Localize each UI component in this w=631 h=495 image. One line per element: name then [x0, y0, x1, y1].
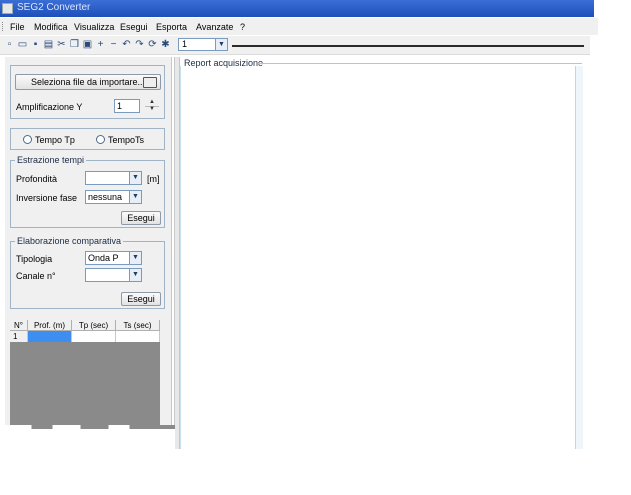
menu-modifica[interactable]: Modifica [34, 22, 68, 32]
radio-tempo-ts[interactable] [96, 135, 105, 144]
menu-file[interactable]: File [10, 22, 25, 32]
comparativa-group: Elaborazione comparativa Tipologia Onda … [10, 236, 165, 309]
estrazione-title: Estrazione tempi [15, 155, 87, 165]
menu-help[interactable]: ? [240, 22, 245, 32]
stepper-down-icon[interactable]: ▼ [145, 106, 159, 113]
menu-esegui[interactable]: Esegui [120, 22, 148, 32]
radio-tempo-tp[interactable] [23, 135, 32, 144]
profondita-select[interactable]: ▼ [85, 171, 142, 185]
grid-cell-tp[interactable] [72, 331, 116, 342]
radio-tempo-ts-label: TempoTs [108, 135, 145, 145]
select-file-button[interactable]: Seleziona file da importare... [15, 74, 161, 90]
print-icon[interactable]: ▤ [43, 39, 54, 50]
undo-icon[interactable]: ↶ [121, 39, 132, 50]
copy-icon[interactable]: ❐ [69, 39, 80, 50]
chevron-down-icon[interactable]: ▼ [215, 39, 227, 50]
tipologia-select[interactable]: Onda P ▼ [85, 251, 142, 265]
radio-tempo-tp-label: Tempo Tp [35, 135, 75, 145]
save-icon[interactable]: ▪ [30, 39, 41, 50]
comparativa-title: Elaborazione comparativa [15, 236, 124, 246]
chevron-down-icon[interactable]: ▼ [129, 191, 141, 203]
zoom-out-icon[interactable]: − [108, 39, 119, 50]
new-file-icon[interactable]: ▫ [4, 39, 15, 50]
amp-label: Amplificazione Y [16, 102, 83, 112]
settings-icon[interactable]: ✱ [160, 39, 171, 50]
comparativa-run-button[interactable]: Esegui [121, 292, 161, 306]
cut-icon[interactable]: ✂ [56, 39, 67, 50]
toolbar-separator [232, 45, 584, 47]
amp-stepper[interactable]: ▲ ▼ [145, 99, 159, 113]
grid-header-prof[interactable]: Prof. (m) [28, 320, 72, 331]
profondita-label: Profondità [16, 174, 58, 184]
menu-grip [2, 22, 5, 31]
zoom-in-icon[interactable]: + [95, 39, 106, 50]
time-group: Tempo Tp TempoTs [10, 128, 165, 150]
menu-avanzate[interactable]: Avanzate [196, 22, 233, 32]
zoom-value: 1 [182, 39, 188, 49]
amp-input[interactable]: 1 [114, 99, 140, 113]
report-scrollbar[interactable] [575, 66, 583, 449]
report-area[interactable] [180, 66, 585, 449]
table-row-number: 1 [10, 331, 28, 342]
menu-bar: File Modifica Visualizza Esegui Esporta … [0, 18, 598, 35]
report-title: Report acquisizione [184, 58, 264, 68]
capture-edge [0, 425, 175, 495]
window-title: SEG2 Converter [17, 2, 91, 13]
tipologia-label: Tipologia [16, 254, 53, 264]
report-divider [258, 63, 582, 64]
menu-esporta[interactable]: Esporta [156, 22, 187, 32]
inversione-select[interactable]: nessuna ▼ [85, 190, 142, 204]
chevron-down-icon[interactable]: ▼ [129, 269, 141, 281]
estrazione-run-button[interactable]: Esegui [121, 211, 161, 225]
canale-select[interactable]: ▼ [85, 268, 142, 282]
estrazione-group: Estrazione tempi Profondità ▼ [m] Invers… [10, 155, 165, 228]
grid-cell-prof[interactable] [28, 331, 72, 342]
open-folder-icon[interactable]: ▭ [17, 39, 28, 50]
grid-header-num[interactable]: N° [10, 320, 28, 331]
app-icon [2, 3, 13, 14]
inversione-label: Inversione fase [16, 193, 78, 203]
grid-cell-ts[interactable] [116, 331, 160, 342]
refresh-icon[interactable]: ⟳ [147, 39, 158, 50]
redo-icon[interactable]: ↷ [134, 39, 145, 50]
zoom-select[interactable]: 1 ▼ [178, 38, 228, 51]
grid-header-ts[interactable]: Ts (sec) [116, 320, 160, 331]
menu-visualizza[interactable]: Visualizza [74, 22, 114, 32]
chevron-down-icon[interactable]: ▼ [129, 252, 141, 264]
import-group: Seleziona file da importare... Amplifica… [10, 65, 165, 119]
unit-label: [m] [147, 174, 160, 184]
printer-icon [143, 77, 157, 88]
grid-header-tp[interactable]: Tp (sec) [72, 320, 116, 331]
chevron-down-icon[interactable]: ▼ [129, 172, 141, 184]
select-file-label: Seleziona file da importare... [30, 77, 146, 87]
paste-icon[interactable]: ▣ [82, 39, 93, 50]
canale-label: Canale n° [16, 271, 56, 281]
